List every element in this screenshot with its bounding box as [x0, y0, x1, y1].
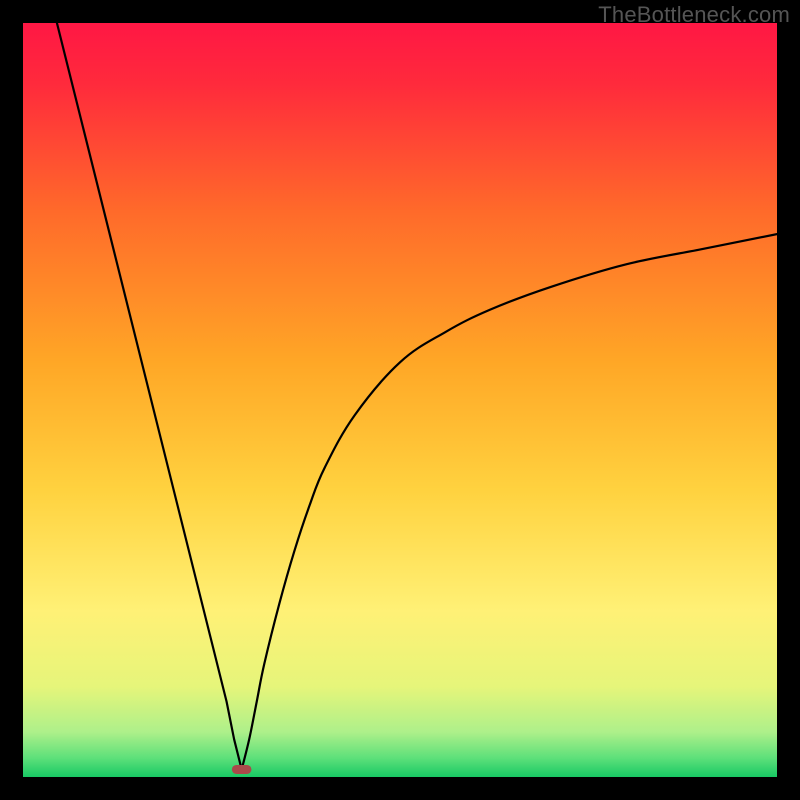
chart-plot [23, 23, 777, 777]
chart-svg [23, 23, 777, 777]
chart-background [23, 23, 777, 777]
chart-frame: TheBottleneck.com [0, 0, 800, 800]
minimum-marker [232, 765, 252, 774]
